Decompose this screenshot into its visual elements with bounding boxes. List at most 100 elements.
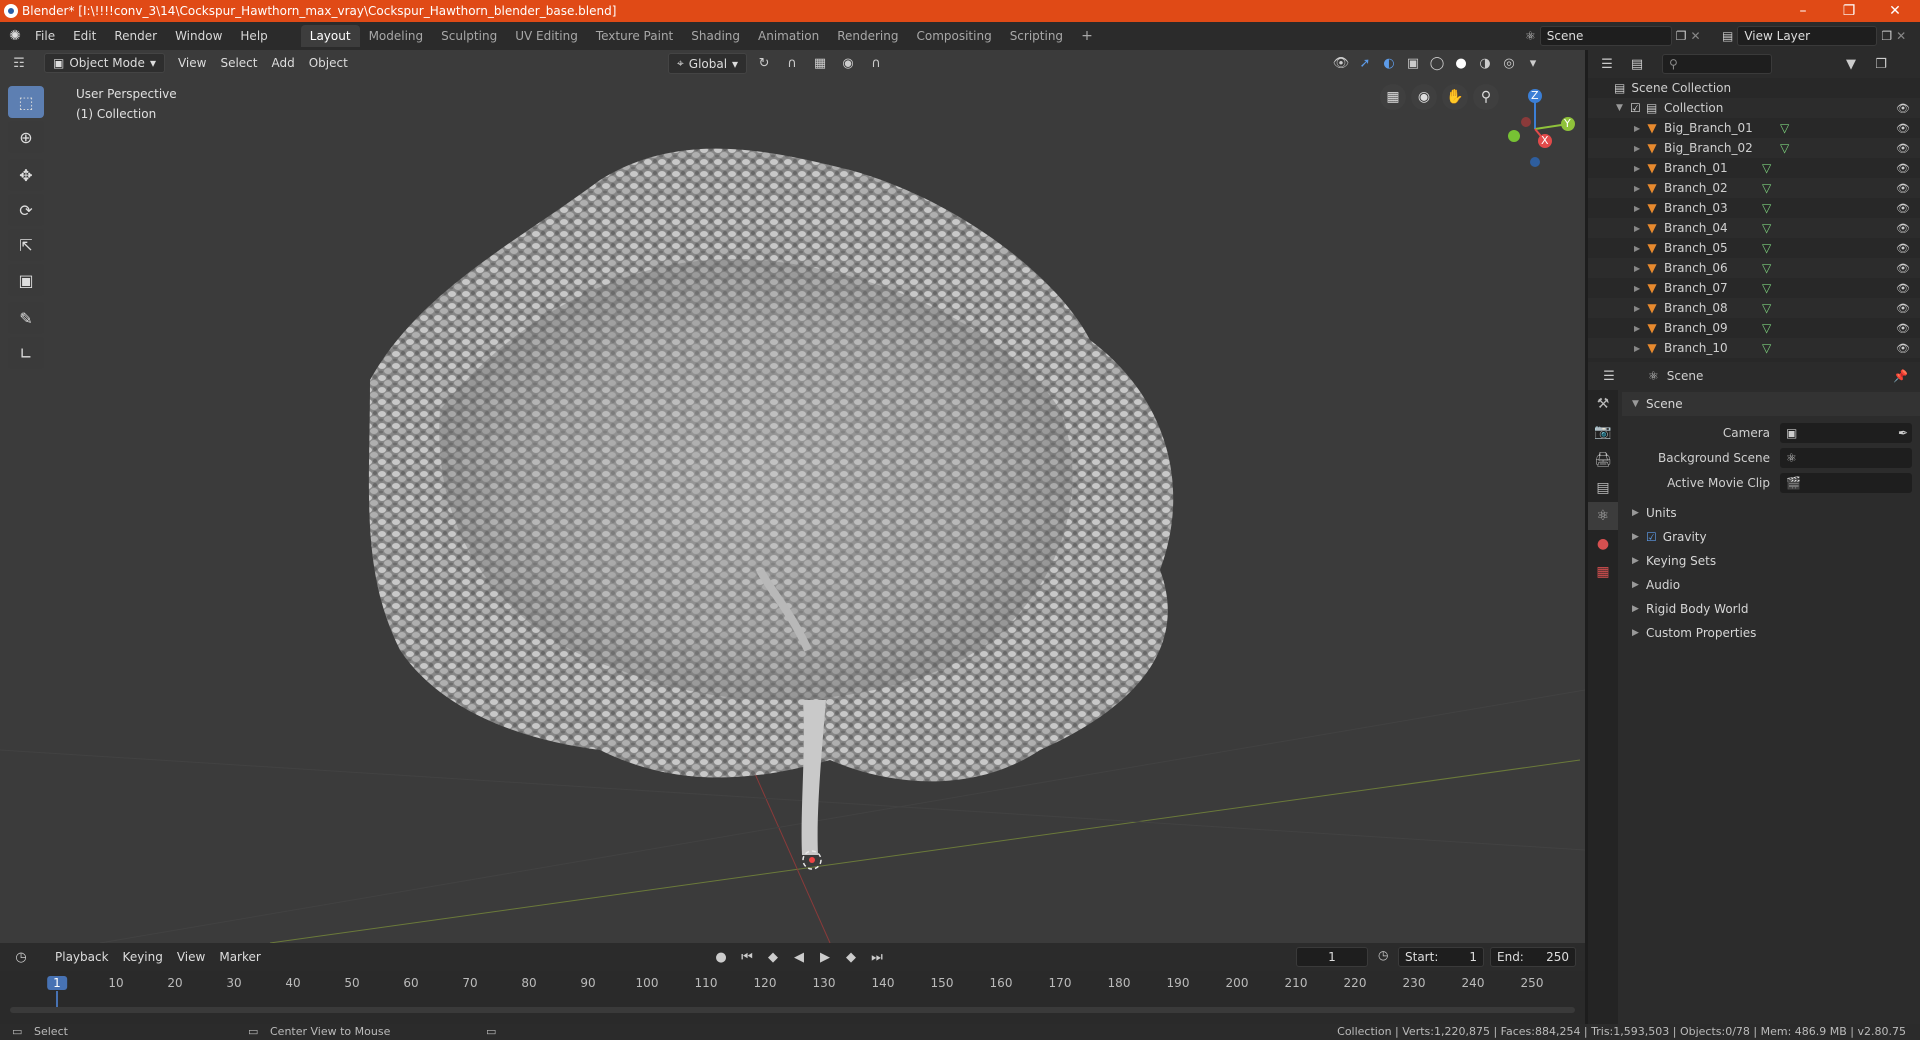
eye-icon[interactable]: 👁 — [1896, 182, 1910, 195]
wireframe-shading-icon[interactable]: ◯ — [1426, 53, 1448, 73]
tab-sculpting[interactable]: Sculpting — [432, 25, 506, 47]
active-movie-clip-field[interactable]: 🎬 — [1780, 472, 1912, 493]
eye-icon[interactable]: 👁 — [1896, 222, 1910, 235]
mesh-data-icon[interactable]: ▽ — [1762, 241, 1771, 255]
tab-texture-paint[interactable]: Texture Paint — [587, 25, 682, 47]
snap-icon[interactable]: ∩ — [781, 54, 803, 74]
outliner-item[interactable]: ▶ ▼ Branch_02 ▽ 👁 — [1588, 178, 1920, 198]
menu-file[interactable]: File — [26, 29, 64, 43]
menu-help[interactable]: Help — [231, 29, 276, 43]
tab-rendering[interactable]: Rendering — [828, 25, 907, 47]
mesh-data-icon[interactable]: ▽ — [1780, 121, 1789, 135]
blender-menu-icon[interactable]: ✺ — [4, 28, 26, 44]
eye-icon[interactable]: 👁 — [1896, 322, 1910, 335]
scale-tool-icon[interactable]: ⇱ — [8, 229, 44, 261]
material-shading-icon[interactable]: ◑ — [1474, 53, 1496, 73]
outliner-item[interactable]: ▶ ▼ Branch_07 ▽ 👁 — [1588, 278, 1920, 298]
remove-scene-icon[interactable]: ✕ — [1691, 29, 1701, 43]
camera-field[interactable]: ▣ ✒ — [1780, 422, 1912, 443]
eye-icon[interactable]: 👁 — [1896, 302, 1910, 315]
chevron-right-icon[interactable]: ▶ — [1634, 144, 1644, 153]
mesh-data-icon[interactable]: ▽ — [1762, 301, 1771, 315]
mesh-data-icon[interactable]: ▽ — [1762, 201, 1771, 215]
outliner-item[interactable]: ▶ ▼ Branch_04 ▽ 👁 — [1588, 218, 1920, 238]
collection-row[interactable]: ▼ ☑ ▤ Collection 👁 — [1588, 98, 1920, 118]
transform-orientation-dropdown[interactable]: ⌖ Global ▾ — [668, 53, 748, 74]
tab-layout[interactable]: Layout — [300, 25, 360, 47]
playhead[interactable] — [56, 991, 58, 1007]
outliner-item[interactable]: ▶ ▼ Big_Branch_02 ▽ 👁 — [1588, 138, 1920, 158]
tab-shading[interactable]: Shading — [682, 25, 749, 47]
gravity-section[interactable]: ▶ ☑ Gravity — [1622, 525, 1920, 549]
minimize-icon[interactable]: – — [1780, 0, 1826, 22]
gizmo-neg-z-axis[interactable] — [1530, 157, 1540, 167]
viewport-menu-view[interactable]: View — [171, 54, 213, 72]
rotate-tool-icon[interactable]: ⟳ — [8, 194, 44, 226]
visibility-icon[interactable]: 👁 — [1330, 53, 1352, 73]
mesh-data-icon[interactable]: ▽ — [1762, 341, 1771, 355]
editor-type-icon[interactable]: ☶ — [8, 53, 30, 73]
outliner-item[interactable]: ▶ ▼ Branch_08 ▽ 👁 — [1588, 298, 1920, 318]
tool-tab-icon[interactable]: ⚒ — [1588, 390, 1618, 418]
chevron-right-icon[interactable]: ▶ — [1634, 284, 1644, 293]
viewport-menu-object[interactable]: Object — [302, 54, 355, 72]
menu-render[interactable]: Render — [105, 29, 166, 43]
menu-window[interactable]: Window — [166, 29, 231, 43]
new-scene-icon[interactable]: ❐ — [1676, 29, 1687, 43]
grid-view-icon[interactable]: ▦ — [1380, 84, 1406, 110]
view-layer-field[interactable]: View Layer — [1737, 26, 1878, 46]
outliner-item[interactable]: ▶ ▼ Big_Branch_01 ▽ 👁 — [1588, 118, 1920, 138]
solid-shading-icon[interactable]: ● — [1450, 53, 1472, 73]
tab-compositing[interactable]: Compositing — [907, 25, 1000, 47]
xray-icon[interactable]: ▣ — [1402, 53, 1424, 73]
eye-icon[interactable]: 👁 — [1896, 122, 1910, 135]
gravity-checkbox[interactable]: ☑ — [1646, 530, 1657, 544]
background-scene-field[interactable]: ⚛ — [1780, 447, 1912, 468]
mesh-data-icon[interactable]: ▽ — [1762, 161, 1771, 175]
chevron-right-icon[interactable]: ▶ — [1634, 304, 1644, 313]
close-icon[interactable]: ✕ — [1872, 0, 1918, 22]
properties-editor-icon[interactable]: ☰ — [1598, 366, 1620, 386]
audio-section[interactable]: ▶ Audio — [1622, 573, 1920, 597]
view-layer-tab-icon[interactable]: ▤ — [1588, 474, 1618, 502]
chevron-right-icon[interactable]: ▶ — [1634, 324, 1644, 333]
mesh-data-icon[interactable]: ▽ — [1762, 261, 1771, 275]
annotate-tool-icon[interactable]: ✎ — [8, 302, 44, 334]
eye-icon[interactable]: 👁 — [1896, 342, 1910, 355]
eye-icon[interactable]: 👁 — [1896, 202, 1910, 215]
chevron-right-icon[interactable]: ▶ — [1634, 184, 1644, 193]
scene-tab-icon[interactable]: ⚛ — [1588, 502, 1618, 530]
tab-uv-editing[interactable]: UV Editing — [506, 25, 587, 47]
eye-icon[interactable]: 👁 — [1896, 282, 1910, 295]
pivot-point-icon[interactable]: ↻ — [753, 54, 775, 74]
render-tab-icon[interactable]: 📷 — [1588, 418, 1618, 446]
chevron-right-icon[interactable]: ▶ — [1634, 264, 1644, 273]
gizmo-neg-x-axis[interactable] — [1521, 117, 1531, 127]
eye-icon[interactable]: 👁 — [1896, 142, 1910, 155]
filter-icon[interactable]: ▼ — [1840, 54, 1862, 74]
outliner-item[interactable]: ▶ ▼ Branch_03 ▽ 👁 — [1588, 198, 1920, 218]
mesh-data-icon[interactable]: ▽ — [1762, 281, 1771, 295]
eyedropper-icon[interactable]: ✒ — [1898, 426, 1908, 440]
shading-options-icon[interactable]: ▾ — [1522, 53, 1544, 73]
chevron-right-icon[interactable]: ▶ — [1634, 204, 1644, 213]
outliner-item[interactable]: ▶ ▼ Branch_09 ▽ 👁 — [1588, 318, 1920, 338]
falloff-icon[interactable]: ∩ — [865, 54, 887, 74]
eye-icon[interactable]: 👁 — [1896, 102, 1910, 115]
add-workspace-icon[interactable]: + — [1072, 24, 1102, 48]
checkbox-icon[interactable]: ☑ — [1630, 101, 1646, 115]
timeline-scrollbar[interactable] — [10, 1007, 1575, 1013]
mesh-data-icon[interactable]: ▽ — [1762, 181, 1771, 195]
new-view-layer-icon[interactable]: ❐ — [1881, 29, 1892, 43]
chevron-right-icon[interactable]: ▶ — [1634, 164, 1644, 173]
keying-sets-section[interactable]: ▶ Keying Sets — [1622, 549, 1920, 573]
camera-view-icon[interactable]: ◉ — [1411, 84, 1437, 110]
new-collection-icon[interactable]: ❐ — [1870, 54, 1892, 74]
pan-hand-icon[interactable]: ✋ — [1442, 84, 1468, 110]
mesh-data-icon[interactable]: ▽ — [1780, 141, 1789, 155]
move-tool-icon[interactable]: ✥ — [8, 159, 44, 191]
outliner-editor-icon[interactable]: ☰ — [1596, 54, 1618, 74]
restore-icon[interactable]: ❐ — [1826, 0, 1872, 22]
display-mode-icon[interactable]: ▤ — [1626, 54, 1648, 74]
scene-field[interactable]: Scene — [1539, 26, 1672, 46]
